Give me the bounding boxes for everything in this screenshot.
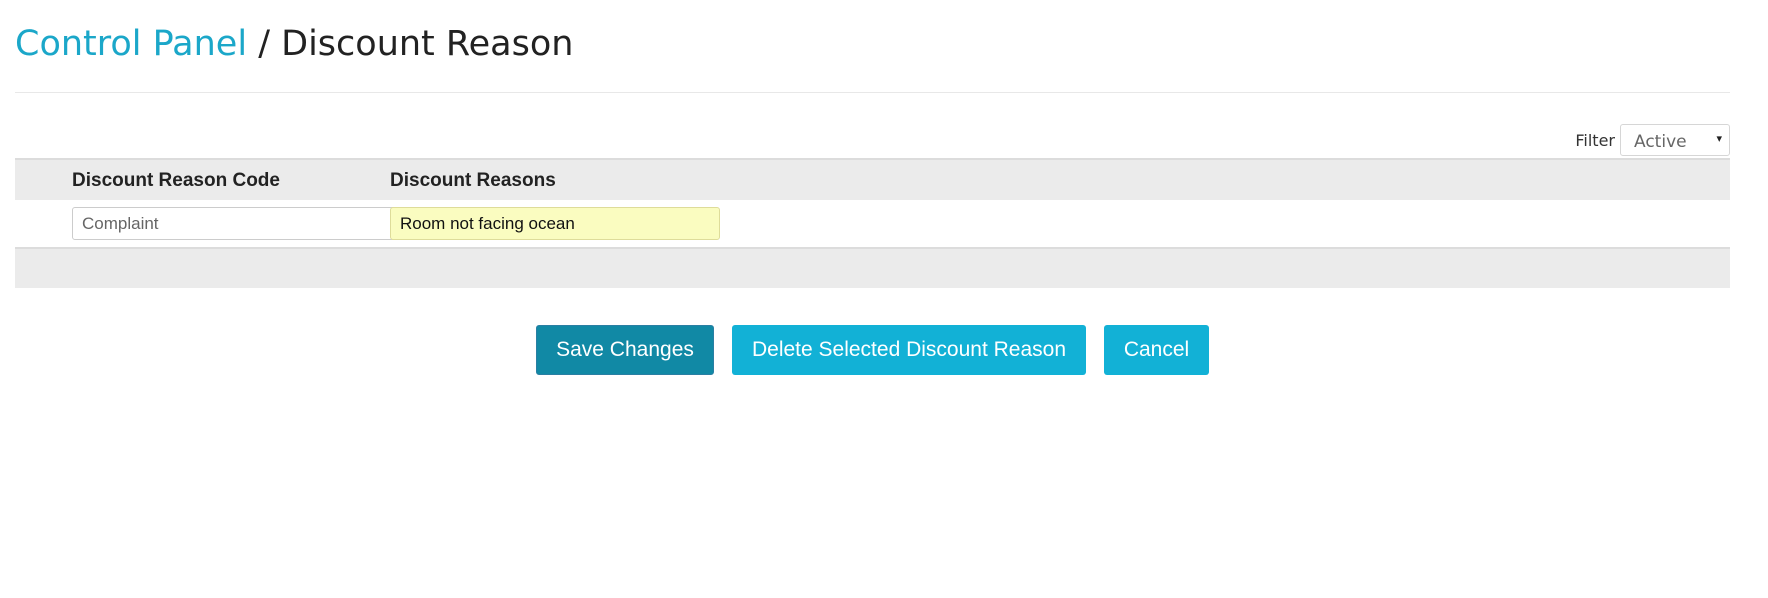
page: Control Panel / Discount Reason Filter A… <box>0 0 1768 598</box>
discount-reason-table: Discount Reason Code Discount Reasons Co… <box>15 158 1730 288</box>
delete-discount-reason-button[interactable]: Delete Selected Discount Reason <box>732 325 1086 375</box>
page-title: Discount Reason <box>281 24 574 64</box>
discount-reason-code-input[interactable]: Complaint <box>72 207 402 240</box>
table-row: Complaint Room not facing ocean <box>15 200 1730 247</box>
column-header-code: Discount Reason Code <box>72 170 280 191</box>
filter-select[interactable]: Active ▾ <box>1620 124 1730 156</box>
table-header: Discount Reason Code Discount Reasons <box>15 158 1730 200</box>
chevron-down-icon: ▾ <box>1716 133 1722 145</box>
breadcrumb-separator: / <box>247 24 282 64</box>
table-footer <box>15 247 1730 288</box>
discount-reason-input[interactable]: Room not facing ocean <box>390 207 720 240</box>
column-header-reasons: Discount Reasons <box>390 170 556 191</box>
breadcrumb-control-panel-link[interactable]: Control Panel <box>15 24 247 64</box>
breadcrumb: Control Panel / Discount Reason <box>15 20 573 68</box>
filter-control: Filter Active ▾ <box>1575 124 1730 156</box>
header-divider <box>15 92 1730 93</box>
action-bar: Save Changes Delete Selected Discount Re… <box>0 325 1768 375</box>
filter-label: Filter <box>1575 130 1615 150</box>
filter-selected-value: Active <box>1634 132 1687 152</box>
save-changes-button[interactable]: Save Changes <box>536 325 714 375</box>
cancel-button[interactable]: Cancel <box>1104 325 1209 375</box>
